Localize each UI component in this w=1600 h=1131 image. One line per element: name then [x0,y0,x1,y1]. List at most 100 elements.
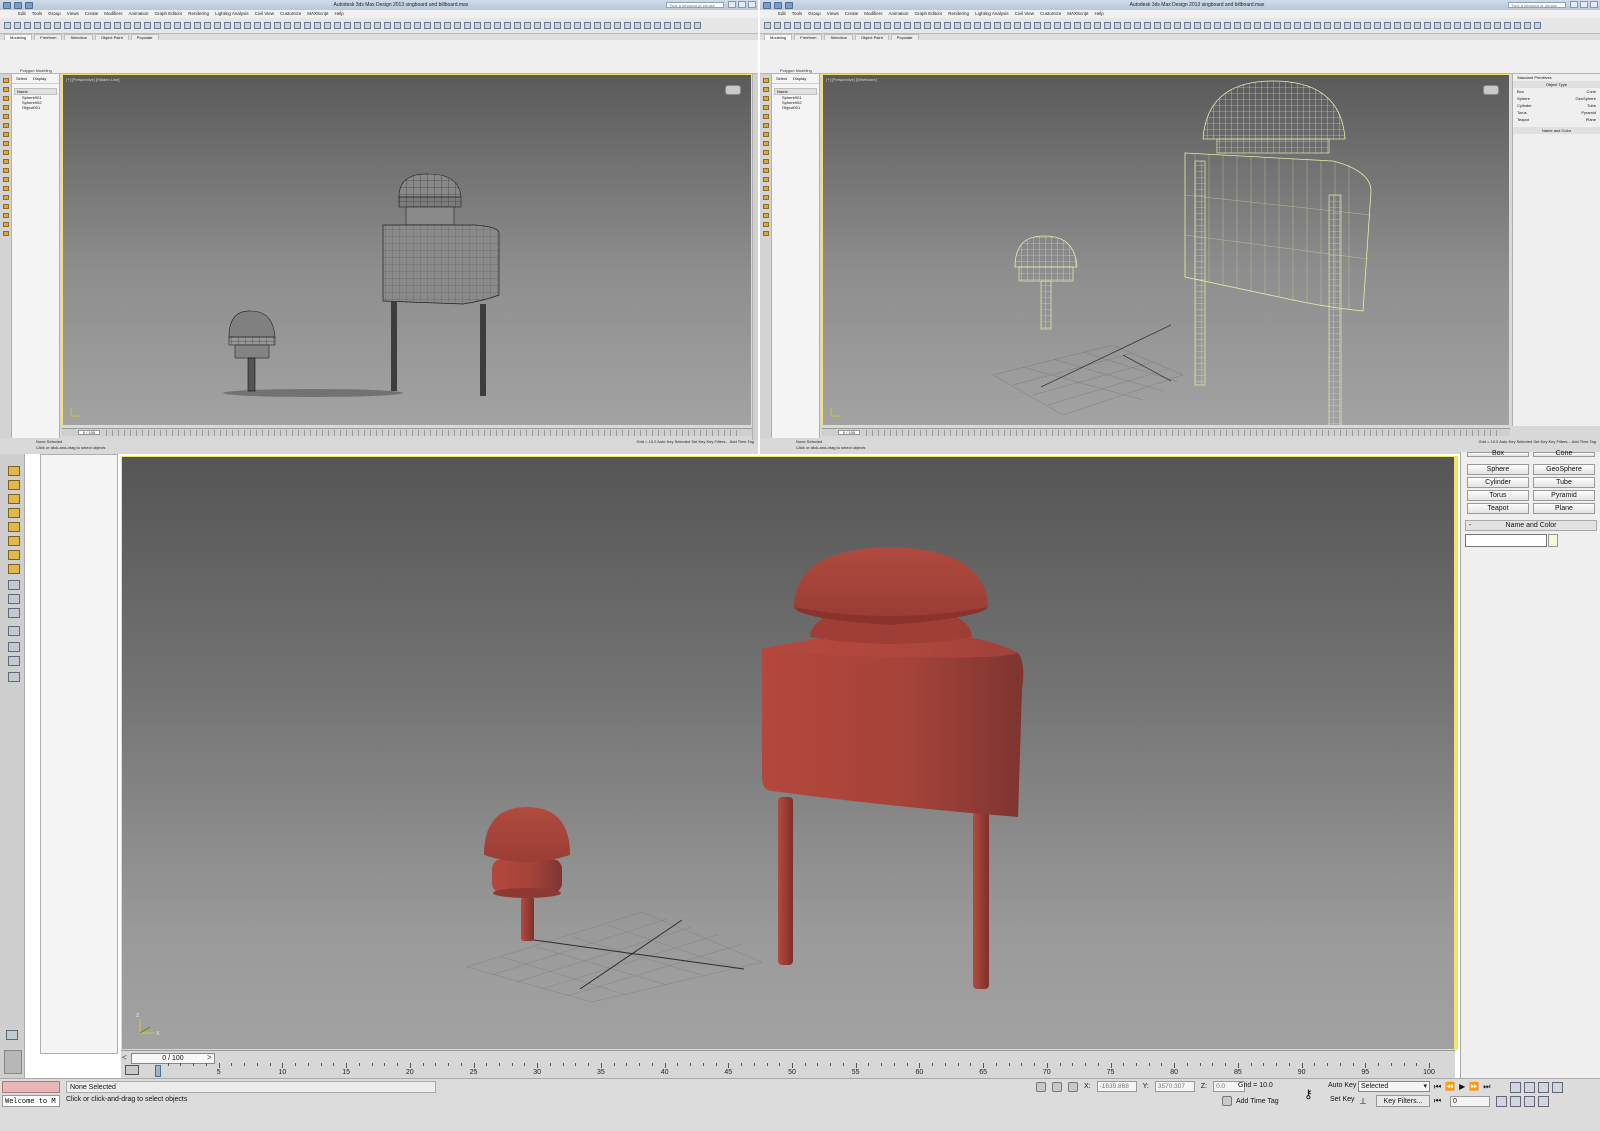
plane-button[interactable]: Plane [1533,503,1595,514]
perspective-viewport-wireframe[interactable]: [+] [Perspective] [Wireframe] [822,74,1510,426]
filter-icon[interactable] [3,159,9,164]
toolbar-tool-icon[interactable] [1524,22,1531,29]
set-key-button[interactable]: Set Key [1330,1096,1355,1103]
toolbar-tool-icon[interactable] [364,22,371,29]
minimize-icon[interactable] [728,1,736,8]
toolbar-tool-icon[interactable] [114,22,121,29]
zoom-icon[interactable] [1510,1082,1521,1093]
toolbar-tool-icon[interactable] [304,22,311,29]
toolbar-tool-icon[interactable] [904,22,911,29]
toolbar-tool-icon[interactable] [1364,22,1371,29]
toolbar-tool-icon[interactable] [784,22,791,29]
maxscript-mini-listener[interactable] [2,1081,60,1093]
toolbar-tool-icon[interactable] [424,22,431,29]
menu-item[interactable]: Create [845,10,859,18]
toolbar-tool-icon[interactable] [584,22,591,29]
menu-item[interactable]: Graph Editors [915,10,943,18]
set-key-button[interactable]: Set Key [691,439,705,444]
toolbar-tool-icon[interactable] [924,22,931,29]
menu-item[interactable]: Modifiers [104,10,122,18]
scene-item[interactable]: Object001 [772,105,819,110]
absolute-mode-icon[interactable] [1068,1081,1078,1092]
frame-counter[interactable]: 0 / 100 [78,430,100,435]
sphere-button[interactable]: Sphere [1517,96,1530,101]
toolbar-tool-icon[interactable] [1244,22,1251,29]
curve-editor-icon[interactable] [125,1065,139,1075]
name-color-rollout[interactable]: - Name and Color [1465,520,1597,531]
zoom-extents-all-icon[interactable] [1552,1082,1563,1093]
orbit-icon[interactable] [1524,1096,1535,1107]
isolate-selection-icon[interactable] [1036,1081,1046,1092]
toolbar-tool-icon[interactable] [554,22,561,29]
invert-display-icon[interactable] [8,508,20,518]
app-icon[interactable] [3,1,11,9]
toolbar-tool-icon[interactable] [194,22,201,29]
add-time-tag-button[interactable]: Add Time Tag [1572,439,1596,444]
toolbar-tool-icon[interactable] [844,22,851,29]
toolbar-tool-icon[interactable] [174,22,181,29]
toolbar-tool-icon[interactable] [934,22,941,29]
filter-icon[interactable] [3,105,9,110]
toolbar-tool-icon[interactable] [514,22,521,29]
toolbar-tool-icon[interactable] [474,22,481,29]
menu-item[interactable]: Rendering [948,10,969,18]
menu-item[interactable]: Help [335,10,344,18]
toolbar-tool-icon[interactable] [64,22,71,29]
toolbar-tool-icon[interactable] [854,22,861,29]
toolbar-tool-icon[interactable] [1014,22,1021,29]
toolbar-tool-icon[interactable] [454,22,461,29]
quick-access-icon[interactable] [785,1,793,9]
toolbar-tool-icon[interactable] [1404,22,1411,29]
scene-explorer[interactable] [40,454,118,1054]
toolbar-tool-icon[interactable] [644,22,651,29]
key-filters-button[interactable]: Key Filters... [706,439,728,444]
toolbar-tool-icon[interactable] [1264,22,1271,29]
toolbar-tool-icon[interactable] [254,22,261,29]
toolbar-tool-icon[interactable] [394,22,401,29]
toolbar-tool-icon[interactable] [1484,22,1491,29]
next-frame-button[interactable]: > [207,1053,212,1062]
tab-select[interactable]: Select [16,76,27,81]
maxscript-listener-output[interactable]: Welcome to M [2,1095,60,1107]
filter-icon[interactable] [3,87,9,92]
cameras-filter-icon[interactable] [8,564,20,574]
filter-icon[interactable] [763,150,769,155]
toolbar-tool-icon[interactable] [1474,22,1481,29]
filter-icon[interactable] [763,159,769,164]
toolbar-tool-icon[interactable] [524,22,531,29]
tab-display[interactable]: Display [793,76,806,81]
toolbar-tool-icon[interactable] [224,22,231,29]
play-icon[interactable]: ▶ [1459,1082,1465,1092]
toolbar-tool-icon[interactable] [144,22,151,29]
toolbar-tool-icon[interactable] [134,22,141,29]
toolbar-tool-icon[interactable] [594,22,601,29]
key-icon[interactable]: ⚷ [1304,1087,1313,1101]
primitive-dropdown[interactable]: Standard Primitives [1513,74,1600,81]
set-key-button[interactable]: Set Key [1533,439,1547,444]
display-all-icon[interactable] [8,494,20,504]
toolbar-tool-icon[interactable] [434,22,441,29]
toolbar-tool-icon[interactable] [1434,22,1441,29]
toolbar-tool-icon[interactable] [814,22,821,29]
toolbar-tool-icon[interactable] [1074,22,1081,29]
toolbar-tool-icon[interactable] [74,22,81,29]
perspective-viewport[interactable]: [+] [Perspective] [Hidden Line] [62,74,752,426]
toolbar-tool-icon[interactable] [1164,22,1171,29]
key-filters-button[interactable]: Key Filters... [1376,1095,1430,1107]
toolbar-tool-icon[interactable] [464,22,471,29]
toolbar-tool-icon[interactable] [1334,22,1341,29]
filter-icon[interactable] [8,626,20,636]
filter-icon[interactable] [763,114,769,119]
toolbar-tool-icon[interactable] [604,22,611,29]
filter-icon[interactable] [3,114,9,119]
filter-icon[interactable] [3,141,9,146]
toolbar-tool-icon[interactable] [124,22,131,29]
cone-button[interactable]: Cone [1586,89,1596,94]
zoom-all-icon[interactable] [1524,1082,1535,1093]
filter-icon[interactable] [763,177,769,182]
torus-button[interactable]: Torus [1467,490,1529,501]
key-mode-dropdown[interactable]: Selected [675,439,691,444]
groups-filter-icon[interactable] [8,608,20,618]
toolbar-tool-icon[interactable] [14,22,21,29]
menu-item[interactable]: Edit [778,10,786,18]
